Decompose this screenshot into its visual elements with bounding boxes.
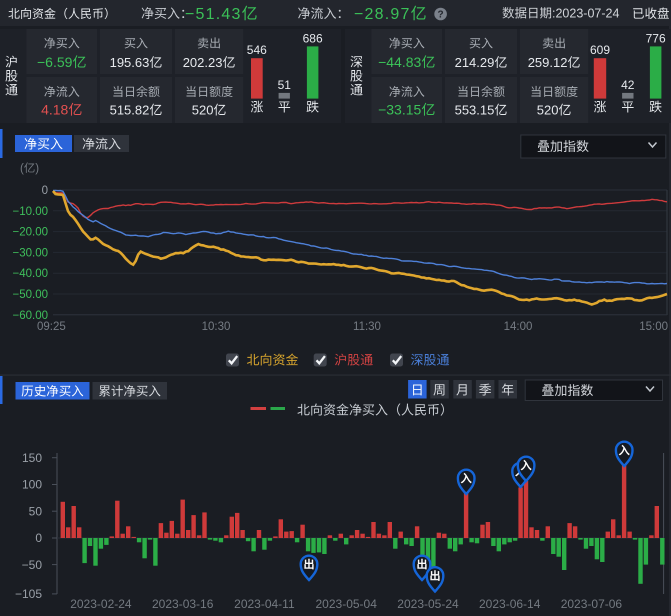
svg-text:2023-06-14: 2023-06-14: [479, 597, 541, 611]
svg-text:−40.00: −40.00: [13, 268, 49, 280]
svg-text:4.18: 4.18: [41, 102, 68, 118]
svg-text:15:00: 15:00: [639, 321, 668, 333]
svg-text:2023-02-24: 2023-02-24: [70, 597, 132, 611]
svg-text:−105: −105: [15, 587, 42, 601]
svg-text:2023-04-11: 2023-04-11: [234, 597, 295, 611]
svg-text:−51.43: −51.43: [185, 6, 242, 23]
svg-text:−10.00: −10.00: [13, 206, 49, 218]
svg-text:150: 150: [22, 451, 42, 465]
svg-text:09:25: 09:25: [37, 321, 66, 333]
svg-text:214.29: 214.29: [455, 55, 495, 70]
svg-text:0: 0: [35, 531, 42, 545]
svg-text:0: 0: [42, 185, 48, 197]
svg-text:−30.00: −30.00: [13, 247, 49, 259]
svg-text:259.12: 259.12: [528, 55, 568, 70]
svg-text:): ): [35, 163, 39, 175]
svg-text:2023-03-16: 2023-03-16: [152, 597, 214, 611]
svg-text:11:30: 11:30: [353, 321, 381, 333]
svg-text::2023-07-24: :2023-07-24: [552, 7, 619, 21]
svg-text:42: 42: [621, 78, 635, 92]
svg-text:50: 50: [29, 504, 43, 518]
svg-text:609: 609: [590, 43, 610, 57]
svg-text:−44.83: −44.83: [378, 54, 421, 70]
svg-text:2023-05-04: 2023-05-04: [316, 597, 378, 611]
svg-text:?: ?: [438, 10, 444, 21]
svg-text:553.15: 553.15: [455, 103, 495, 118]
svg-text:2023-07-06: 2023-07-06: [561, 597, 623, 611]
svg-text:2023-05-24: 2023-05-24: [397, 597, 459, 611]
svg-text:−60.00: −60.00: [13, 310, 49, 322]
svg-text:−50.00: −50.00: [13, 289, 49, 301]
svg-text:515.82: 515.82: [110, 103, 150, 118]
svg-text:−28.97: −28.97: [354, 6, 411, 23]
svg-text:10:30: 10:30: [202, 321, 231, 333]
svg-text:195.63: 195.63: [110, 55, 150, 70]
svg-text:−33.15: −33.15: [378, 102, 421, 118]
svg-text:(: (: [20, 163, 24, 175]
svg-text:14:00: 14:00: [504, 321, 533, 333]
svg-text:−20.00: −20.00: [13, 227, 49, 239]
svg-text:776: 776: [646, 31, 666, 45]
svg-text:520: 520: [537, 103, 559, 118]
svg-text:546: 546: [247, 43, 267, 57]
svg-text:520: 520: [192, 103, 214, 118]
svg-text:100: 100: [22, 478, 42, 492]
svg-text:−6.59: −6.59: [37, 54, 73, 70]
svg-text:202.23: 202.23: [183, 55, 223, 70]
svg-text:−50: −50: [22, 558, 43, 572]
svg-text:51: 51: [278, 78, 292, 92]
svg-text:686: 686: [303, 31, 323, 45]
